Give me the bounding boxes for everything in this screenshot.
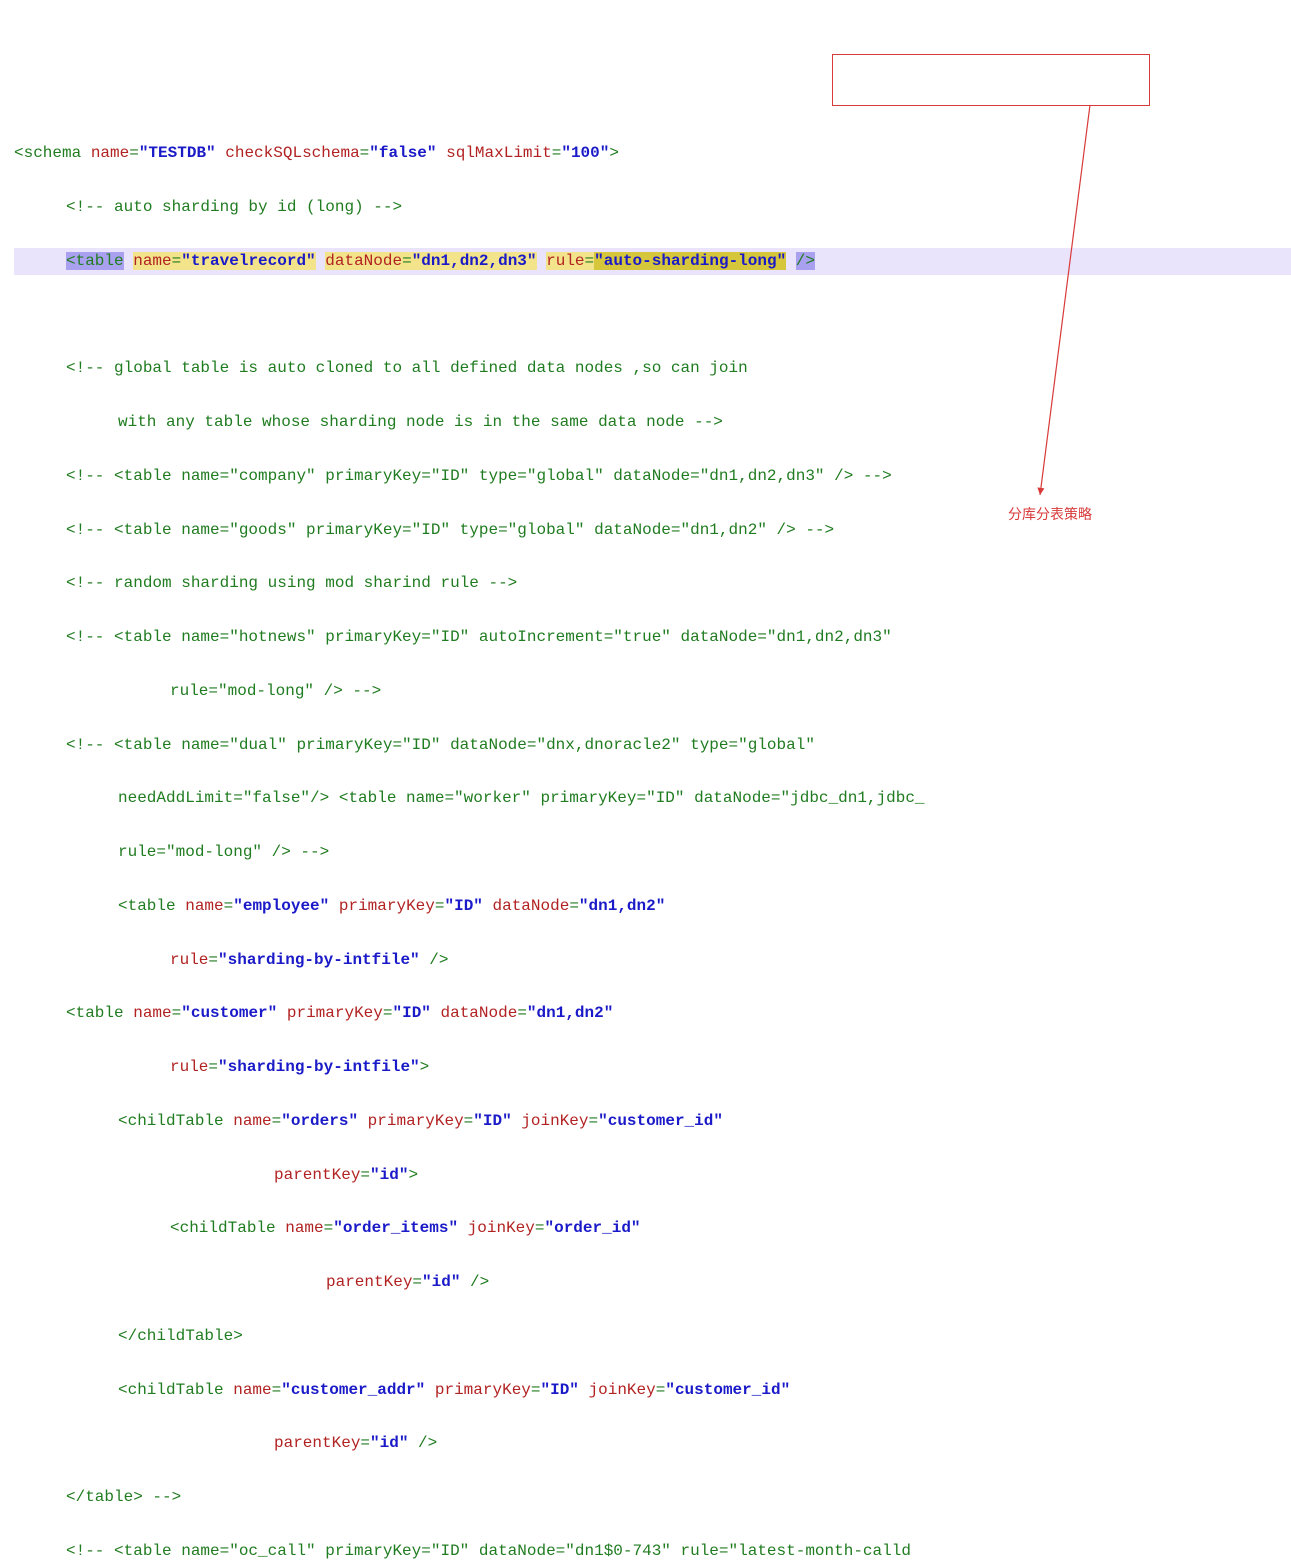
code-line: with any table whose sharding node is in…: [14, 409, 1291, 436]
code-line: <childTable name="customer_addr" primary…: [14, 1377, 1291, 1404]
code-line: <!-- <table name="company" primaryKey="I…: [14, 463, 1291, 490]
code-line: <!-- <table name="hotnews" primaryKey="I…: [14, 624, 1291, 651]
blank-line: [14, 302, 1291, 329]
code-line: <!-- <table name="goods" primaryKey="ID"…: [14, 517, 1291, 544]
code-line: <childTable name="order_items" joinKey="…: [14, 1215, 1291, 1242]
code-line: rule="mod-long" /> -->: [14, 839, 1291, 866]
annotation-label: 分库分表策略: [1008, 503, 1092, 527]
code-line: </table> -->: [14, 1484, 1291, 1511]
xml-code-viewer: <schema name="TESTDB" checkSQLschema="fa…: [0, 108, 1291, 1568]
code-line: rule="mod-long" /> -->: [14, 678, 1291, 705]
code-line: <table name="employee" primaryKey="ID" d…: [14, 893, 1291, 920]
code-line: parentKey="id">: [14, 1162, 1291, 1189]
code-line-highlighted: <table name="travelrecord" dataNode="dn1…: [14, 248, 1291, 275]
code-line: <!-- random sharding using mod sharind r…: [14, 570, 1291, 597]
code-line: rule="sharding-by-intfile">: [14, 1054, 1291, 1081]
code-line: needAddLimit="false"/> <table name="work…: [14, 785, 1291, 812]
code-line: <schema name="TESTDB" checkSQLschema="fa…: [14, 140, 1291, 167]
code-line: parentKey="id" />: [14, 1269, 1291, 1296]
code-line: </childTable>: [14, 1323, 1291, 1350]
code-line: <childTable name="orders" primaryKey="ID…: [14, 1108, 1291, 1135]
code-line: <!-- <table name="dual" primaryKey="ID" …: [14, 732, 1291, 759]
code-line: <table name="customer" primaryKey="ID" d…: [14, 1000, 1291, 1027]
code-line: <!-- global table is auto cloned to all …: [14, 355, 1291, 382]
annotation-box: [832, 54, 1150, 106]
code-line: <!-- <table name="oc_call" primaryKey="I…: [14, 1538, 1291, 1565]
code-line: parentKey="id" />: [14, 1430, 1291, 1457]
code-line: rule="sharding-by-intfile" />: [14, 947, 1291, 974]
code-line: <!-- auto sharding by id (long) -->: [14, 194, 1291, 221]
